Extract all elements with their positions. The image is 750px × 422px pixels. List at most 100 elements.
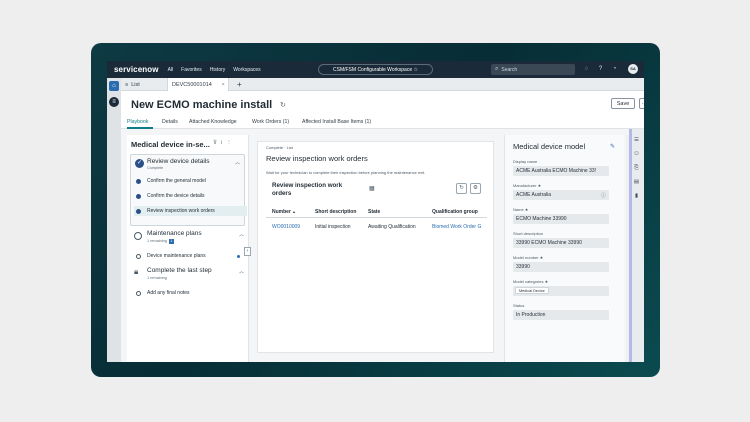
- info-icon[interactable]: ⓘ: [601, 192, 606, 199]
- edit-icon[interactable]: ✎: [610, 143, 615, 150]
- nav-favorites[interactable]: Favorites: [181, 67, 202, 73]
- task-confirm-general-model[interactable]: Confirm the general model: [136, 176, 206, 186]
- pending-dot-icon: [136, 290, 141, 296]
- form-icon[interactable]: ☰: [633, 137, 640, 144]
- field-label: Manufacturer ★: [513, 183, 542, 188]
- search-icon: ⌕: [495, 66, 499, 72]
- device-model-panel: Medical device model ✎ Display name ACME…: [504, 135, 624, 362]
- inspection-card: Complete · List Review inspection work o…: [257, 141, 494, 353]
- attachment-icon[interactable]: ⎘: [633, 165, 640, 172]
- column-header-short-description[interactable]: Short description: [315, 209, 356, 215]
- tab-attached-knowledge[interactable]: Attached Knowledge: [189, 119, 237, 125]
- playbook-toolbar: ⊽i⋮: [213, 140, 236, 146]
- work-order-link[interactable]: WO0010009: [272, 224, 300, 230]
- sort-ascending-icon: ▲: [292, 210, 296, 214]
- manufacturer-field[interactable]: ACME Australia: [513, 190, 609, 200]
- apps-menu-icon[interactable]: ≡: [109, 97, 119, 107]
- column-header-state[interactable]: State: [368, 209, 380, 215]
- tab-playbook[interactable]: Playbook: [127, 119, 148, 125]
- global-search[interactable]: ⌕ Search: [491, 64, 575, 75]
- app-screen: servicenow All Favorites History Workspa…: [107, 61, 644, 362]
- close-tab-icon[interactable]: ×: [222, 82, 225, 88]
- file-icon[interactable]: ▮: [633, 193, 640, 200]
- remaining-count: 1 remaining: [147, 239, 167, 243]
- top-nav: servicenow All Favorites History Workspa…: [107, 61, 644, 78]
- list-icon: ≡: [125, 81, 129, 88]
- add-tab-button[interactable]: +: [233, 78, 245, 91]
- tab-affected-install-base[interactable]: Affected Install Base Items (1): [302, 119, 371, 125]
- stage-title: Maintenance plans: [147, 230, 202, 237]
- task-review-inspection[interactable]: Review inspection work orders: [134, 206, 247, 216]
- home-icon[interactable]: ⌂: [109, 81, 119, 91]
- save-button[interactable]: Save: [611, 98, 635, 109]
- pending-circle-icon: [134, 232, 142, 240]
- field-label: Model categories ★: [513, 279, 549, 284]
- stage-status: 1 remaining: [147, 276, 167, 280]
- column-header-number[interactable]: Number ▲: [272, 209, 296, 215]
- display-name-field[interactable]: ACME Australia ECMO Machine 33!: [513, 166, 609, 176]
- pending-dot-icon: [136, 253, 141, 259]
- filter-icon[interactable]: ⊽: [213, 140, 221, 146]
- status-field[interactable]: In Production: [513, 310, 609, 320]
- column-label: Number: [272, 209, 291, 215]
- sidebar-accent-strip: [629, 129, 632, 362]
- refresh-icon[interactable]: ↻: [280, 101, 286, 109]
- tab-details[interactable]: Details: [162, 119, 178, 125]
- kebab-icon[interactable]: ⋮: [226, 140, 236, 146]
- activity-description: Wait for your technician to complete the…: [266, 170, 426, 175]
- tab-record-label: DEVC50001014: [172, 81, 212, 88]
- active-tab-indicator: [127, 127, 153, 129]
- table-view-icon[interactable]: ▦: [369, 185, 375, 192]
- nav-all[interactable]: All: [168, 67, 174, 73]
- stage-review-device[interactable]: ✓ Review device details Complete ︿ Confi…: [130, 154, 247, 226]
- task-add-final-notes[interactable]: Add any final notes: [136, 288, 190, 298]
- notifications-icon[interactable]: ◔: [610, 65, 619, 74]
- nav-workspaces[interactable]: Workspaces: [233, 67, 260, 73]
- collapse-panel-handle[interactable]: ‹: [244, 247, 251, 256]
- category-chip[interactable]: Medical Device: [515, 287, 549, 294]
- activity-title: Review inspection work orders: [266, 154, 368, 163]
- chevron-up-icon[interactable]: ︿: [239, 268, 244, 275]
- more-actions-button[interactable]: ...: [639, 98, 644, 109]
- table-cell: Awaiting Qualification: [368, 224, 416, 230]
- chevron-up-icon[interactable]: ︿: [239, 231, 244, 238]
- tab-work-orders[interactable]: Work Orders (1): [252, 119, 289, 125]
- complete-dot-icon: [136, 208, 141, 214]
- tab-list[interactable]: ≡ List: [121, 78, 163, 91]
- table-header-divider: [266, 217, 487, 218]
- tab-list-label: List: [131, 81, 140, 88]
- task-label: Device maintenance plans: [147, 253, 206, 259]
- panel-title: Medical device model: [513, 142, 586, 151]
- people-icon[interactable]: ⚇: [633, 151, 640, 158]
- model-number-field[interactable]: 33990: [513, 262, 609, 272]
- page-title: New ECMO machine install: [131, 99, 273, 111]
- chat-icon[interactable]: ◌: [582, 65, 591, 74]
- short-description-field[interactable]: 33990 ECMO Machine 33990: [513, 238, 609, 248]
- record-subtabs: Playbook Details Attached Knowledge Work…: [121, 117, 644, 129]
- field-label: Short description: [513, 231, 544, 236]
- nav-history[interactable]: History: [210, 67, 226, 73]
- document-icon[interactable]: ▤: [633, 179, 640, 186]
- workspace-selector[interactable]: CSM/FSM Configurable Workspace ☆: [318, 64, 433, 75]
- task-label: Confirm the device details: [147, 193, 205, 199]
- lock-icon: 🔒︎: [134, 267, 139, 276]
- tab-record[interactable]: DEVC50001014 ×: [167, 78, 229, 91]
- left-rail: ⌂ ≡: [107, 78, 121, 362]
- settings-button[interactable]: ⚙: [470, 183, 481, 194]
- breadcrumb: Complete · List: [266, 145, 293, 150]
- avatar[interactable]: SA: [628, 64, 638, 74]
- related-list-title: Review inspection work orders: [272, 182, 343, 197]
- name-field[interactable]: ECMO Machine 33990: [513, 214, 609, 224]
- refresh-list-button[interactable]: ↻: [456, 183, 467, 194]
- field-label: Model number ★: [513, 255, 544, 260]
- field-label: Display name: [513, 159, 538, 164]
- column-header-qualification-group[interactable]: Qualification group: [432, 209, 478, 215]
- servicenow-logo[interactable]: servicenow: [114, 65, 159, 74]
- chevron-up-icon[interactable]: ︿: [235, 159, 240, 166]
- help-icon[interactable]: ?: [596, 65, 605, 74]
- qualification-group-link[interactable]: Biomed Work Order G: [432, 224, 487, 230]
- task-confirm-device-details[interactable]: Confirm the device details: [136, 191, 205, 201]
- complete-dot-icon: [136, 178, 141, 184]
- task-device-maintenance-plans[interactable]: Device maintenance plans: [136, 251, 206, 261]
- remaining-badge: 1: [168, 239, 174, 244]
